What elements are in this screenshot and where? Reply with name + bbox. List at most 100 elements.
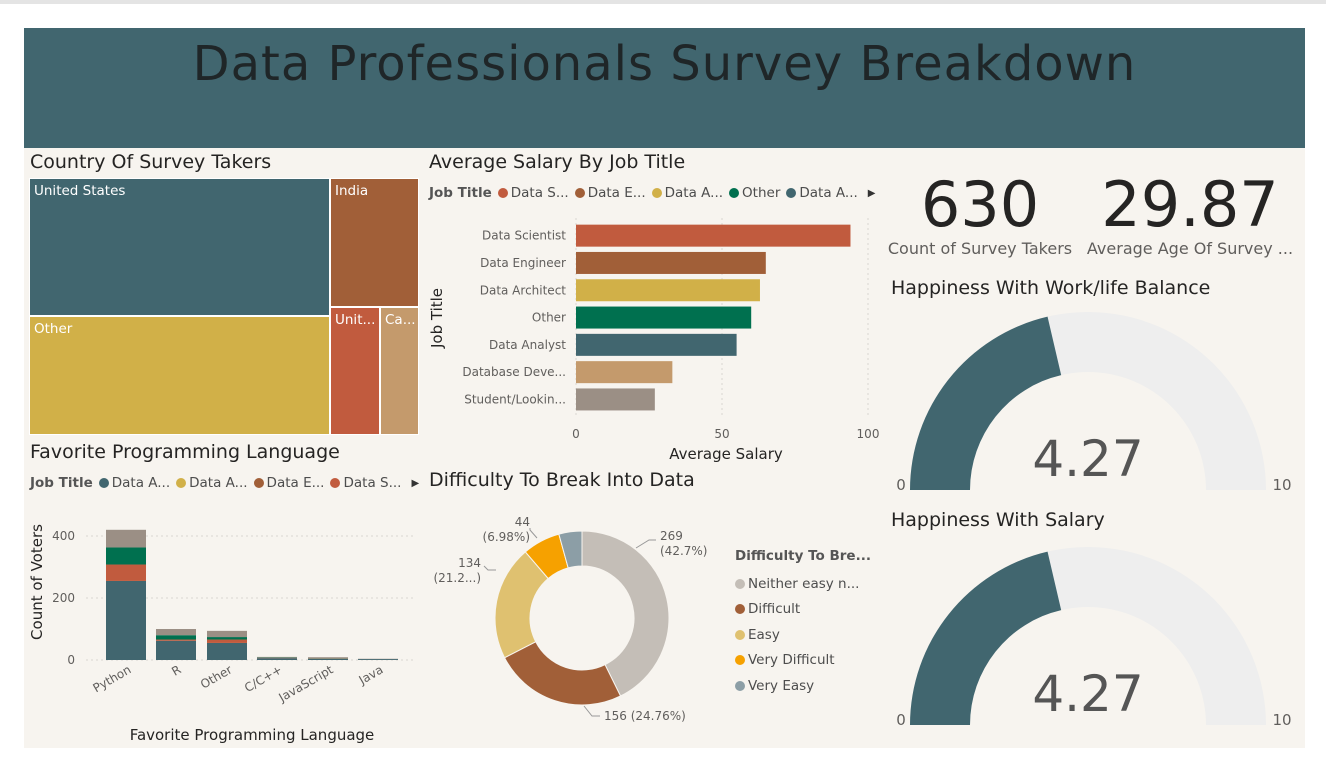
- salary-x-axis-title: Average Salary: [669, 445, 783, 463]
- top-border: [0, 0, 1326, 4]
- legend-label: Other: [742, 185, 781, 201]
- legend-label: Easy: [748, 626, 780, 643]
- legend-label: Data E...: [266, 475, 325, 491]
- gauge-salary[interactable]: 4.27 0 10: [880, 535, 1305, 735]
- treemap-cell-label: Ca...: [385, 312, 416, 328]
- treemap-cell-label: Unit...: [335, 312, 376, 328]
- language-bar-segment[interactable]: [156, 640, 196, 660]
- language-bar-segment[interactable]: [207, 639, 247, 643]
- difficulty-legend: Difficulty To Bre... Neither easy n... Di…: [735, 548, 871, 699]
- language-bar-segment[interactable]: [207, 642, 247, 660]
- treemap-cell-india[interactable]: India: [330, 178, 419, 307]
- donut-data-label: 156 (24.76%): [604, 709, 686, 723]
- salary-legend-item[interactable]: Other: [729, 185, 780, 201]
- treemap-cell-label: India: [335, 183, 369, 199]
- treemap-cell-united-kingdom[interactable]: Unit...: [330, 307, 380, 435]
- donut-data-label: 44: [515, 515, 530, 529]
- legend-dot: [253, 478, 264, 488]
- language-bar-segment[interactable]: [106, 564, 146, 581]
- language-category-label: Python: [90, 662, 133, 695]
- salary-legend: Job Title Data S... Data E... Data A... …: [429, 185, 876, 201]
- language-bar-segment[interactable]: [106, 529, 146, 548]
- gauge-min-label: 0: [896, 711, 906, 729]
- language-category-label: C/C++: [242, 662, 284, 695]
- salary-y-axis-title: Job Title: [428, 288, 446, 349]
- legend-next-arrow-icon[interactable]: ▶: [411, 478, 419, 489]
- language-bar-segment[interactable]: [156, 635, 196, 640]
- legend-label: Data A...: [111, 475, 171, 491]
- salary-bar[interactable]: [576, 279, 760, 302]
- difficulty-legend-item[interactable]: Difficult: [735, 597, 871, 623]
- language-bar-segment[interactable]: [257, 658, 297, 660]
- difficulty-legend-item[interactable]: Neither easy n...: [735, 571, 871, 597]
- language-bar-segment[interactable]: [358, 659, 398, 660]
- language-stacked-bar-chart[interactable]: 0 200 400 Python R Other C/C++JavaScript Java Fa…: [24, 500, 424, 748]
- salary-chart-title: Average Salary By Job Title: [429, 151, 686, 173]
- language-bar-segment[interactable]: [207, 637, 247, 640]
- difficulty-legend-item[interactable]: Very Easy: [735, 673, 871, 699]
- salary-bar[interactable]: [576, 333, 737, 356]
- difficulty-legend-title: Difficulty To Bre...: [735, 548, 871, 564]
- donut-leader-line: [583, 705, 600, 717]
- language-bar-segment[interactable]: [207, 630, 247, 638]
- salary-category-label: Data Scientist: [482, 229, 566, 243]
- kpi-age-value: 29.87: [1101, 168, 1279, 241]
- language-legend-item[interactable]: Data A...: [176, 475, 248, 491]
- legend-label: Data A...: [799, 185, 858, 201]
- treemap-cell-united-states[interactable]: United States: [29, 178, 330, 316]
- legend-dot: [330, 478, 341, 488]
- language-category-label: JavaScript: [276, 662, 336, 705]
- language-bar-segment[interactable]: [156, 639, 196, 641]
- kpi-count-label: Count of Survey Takers: [887, 239, 1073, 258]
- donut-data-label: (21.2...): [433, 571, 481, 585]
- language-legend-item[interactable]: Data E...: [253, 475, 325, 491]
- language-bar-segment[interactable]: [156, 629, 196, 636]
- language-legend-item[interactable]: Data S...: [330, 475, 401, 491]
- legend-label: Very Easy: [748, 677, 815, 694]
- language-bar-segment[interactable]: [308, 657, 348, 659]
- legend-label: Data A...: [664, 185, 724, 201]
- legend-label: Data S...: [343, 475, 402, 491]
- legend-dot: [786, 188, 797, 198]
- legend-label: Data E...: [587, 185, 646, 201]
- difficulty-donut-chart[interactable]: 269(42.7%) 156 (24.76%) 134(21.2...) 44(6.9…: [424, 500, 729, 740]
- gauge-max-label: 10: [1272, 711, 1291, 729]
- salary-bar[interactable]: [576, 306, 752, 329]
- salary-x-tick: 50: [714, 427, 729, 441]
- donut-leader-line: [529, 528, 538, 539]
- salary-bar[interactable]: [576, 361, 673, 384]
- gauge-worklife[interactable]: 4.27 0 10: [880, 300, 1305, 500]
- language-bar-segment[interactable]: [257, 656, 297, 658]
- salary-legend-title: Job Title: [429, 185, 492, 201]
- salary-bar-chart[interactable]: 0 50 100 Data Scientist Data Engineer Data Ar…: [424, 210, 884, 466]
- donut-slice[interactable]: [503, 641, 622, 706]
- gauge-value: 4.27: [1032, 665, 1143, 723]
- treemap-cell-other[interactable]: Other: [29, 316, 330, 435]
- salary-legend-item[interactable]: Data S...: [497, 185, 569, 201]
- legend-label: Data S...: [510, 185, 569, 201]
- legend-label: Very Difficult: [748, 652, 835, 669]
- language-bar-segment[interactable]: [308, 658, 348, 660]
- salary-category-label: Data Engineer: [480, 256, 566, 270]
- salary-legend-item[interactable]: Data A...: [651, 185, 724, 201]
- legend-next-arrow-icon[interactable]: ▶: [868, 188, 876, 199]
- donut-data-label: (6.98%): [483, 530, 530, 544]
- language-bar-segment[interactable]: [106, 547, 146, 565]
- treemap-cell-canada[interactable]: Ca...: [380, 307, 419, 435]
- salary-bar[interactable]: [576, 224, 851, 247]
- difficulty-legend-item[interactable]: Easy: [735, 622, 871, 648]
- language-legend-item[interactable]: Data A...: [98, 475, 171, 491]
- legend-dot: [497, 188, 508, 198]
- salary-legend-item[interactable]: Data A...: [786, 185, 858, 201]
- salary-category-label: Student/Lookin...: [464, 392, 566, 406]
- salary-bar[interactable]: [576, 388, 655, 411]
- salary-bar[interactable]: [576, 251, 766, 274]
- difficulty-legend-item[interactable]: Very Difficult: [735, 648, 871, 674]
- salary-category-label: Other: [532, 311, 566, 325]
- language-chart-title: Favorite Programming Language: [30, 441, 340, 463]
- gauge-min-label: 0: [896, 476, 906, 494]
- donut-data-label: (42.7%): [660, 544, 707, 558]
- language-y-tick: 0: [67, 653, 75, 667]
- language-bar-segment[interactable]: [106, 580, 146, 660]
- salary-legend-item[interactable]: Data E...: [574, 185, 646, 201]
